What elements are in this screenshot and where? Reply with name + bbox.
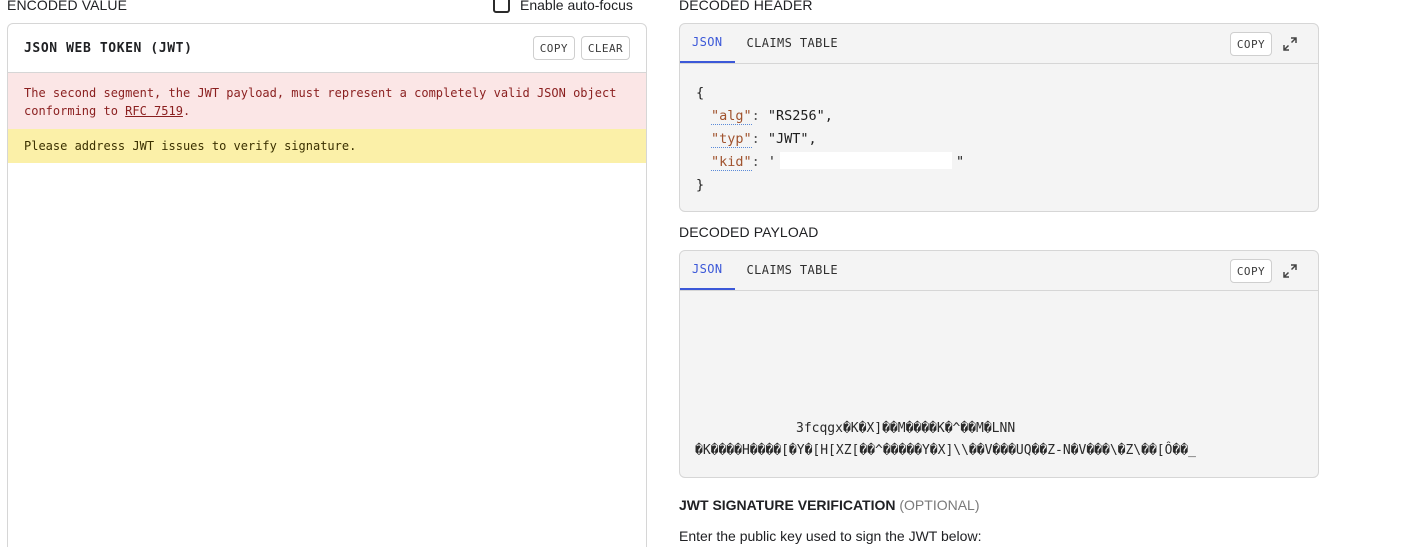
copy-header-button[interactable]: COPY	[1229, 32, 1272, 56]
copy-jwt-button[interactable]: COPY	[532, 36, 575, 60]
payload-tabbar: JSON CLAIMS TABLE COPY	[680, 251, 1318, 291]
expand-icon[interactable]	[1280, 261, 1300, 281]
encoded-jwt-panel: JSON WEB TOKEN (JWT) COPY CLEAR The seco…	[7, 23, 647, 547]
typ-value: "JWT",	[767, 131, 817, 147]
json-open-brace: {	[696, 85, 705, 101]
payload-garbled-line-1: 3fcqgx�K�X]��M����K�^��M�LNN	[796, 421, 1016, 436]
kid-value-open: '	[767, 154, 777, 170]
auto-focus-toggle[interactable]: Enable auto-focus	[493, 0, 633, 13]
encoded-value-title: ENCODED VALUE	[7, 0, 128, 13]
header-json-code: { "alg": "RS256", "typ": "JWT", "kid": '…	[680, 64, 1318, 211]
kid-key: "kid"	[711, 154, 752, 171]
json-close-brace: }	[696, 177, 705, 193]
tab-header-json[interactable]: JSON	[680, 24, 735, 63]
alg-key: "alg"	[711, 108, 752, 125]
decoded-header-title: DECODED HEADER	[679, 0, 813, 13]
encoded-panel-header: JSON WEB TOKEN (JWT) COPY CLEAR	[8, 24, 646, 73]
payload-error-message: The second segment, the JWT payload, mus…	[8, 73, 646, 129]
decoded-header-panel: JSON CLAIMS TABLE COPY { "alg": "RS256",…	[679, 23, 1319, 212]
tab-payload-json[interactable]: JSON	[680, 251, 735, 290]
auto-focus-label: Enable auto-focus	[520, 0, 633, 13]
copy-payload-button[interactable]: COPY	[1229, 259, 1272, 283]
expand-icon[interactable]	[1280, 34, 1300, 54]
public-key-instruction: Enter the public key used to sign the JW…	[679, 528, 982, 544]
header-tabbar: JSON CLAIMS TABLE COPY	[680, 24, 1318, 64]
auto-focus-checkbox[interactable]	[493, 0, 510, 13]
json-line-typ: "typ": "JWT",	[711, 131, 817, 148]
rfc-7519-link[interactable]: RFC 7519	[125, 104, 183, 118]
kid-value-close: "	[956, 154, 965, 170]
json-line-alg: "alg": "RS256",	[711, 108, 833, 125]
jwt-panel-title: JSON WEB TOKEN (JWT)	[24, 40, 193, 56]
clear-jwt-button[interactable]: CLEAR	[580, 36, 630, 60]
tab-payload-claims-table[interactable]: CLAIMS TABLE	[735, 251, 851, 290]
decoded-payload-panel: JSON CLAIMS TABLE COPY 3fcqgx�K�X]��M���…	[679, 250, 1319, 478]
tab-header-claims-table[interactable]: CLAIMS TABLE	[735, 24, 851, 63]
signature-warning-message: Please address JWT issues to verify sign…	[8, 129, 646, 163]
redacted-kid-value	[780, 152, 953, 169]
error-text-end: .	[182, 104, 191, 118]
decoded-payload-title: DECODED PAYLOAD	[679, 224, 819, 240]
signature-verification-title: JWT SIGNATURE VERIFICATION (OPTIONAL)	[679, 497, 980, 513]
optional-label: (OPTIONAL)	[899, 497, 980, 513]
typ-key: "typ"	[711, 131, 752, 148]
json-line-kid: "kid": ' "	[711, 152, 965, 171]
alg-value: "RS256",	[767, 108, 833, 124]
payload-garbled-line-2: �K����H����[�Y�[H[XZ[��^�����Y�X]\\��V��…	[695, 443, 1196, 458]
signature-title-text: JWT SIGNATURE VERIFICATION	[679, 497, 896, 513]
error-text: The second segment, the JWT payload, mus…	[24, 86, 617, 118]
